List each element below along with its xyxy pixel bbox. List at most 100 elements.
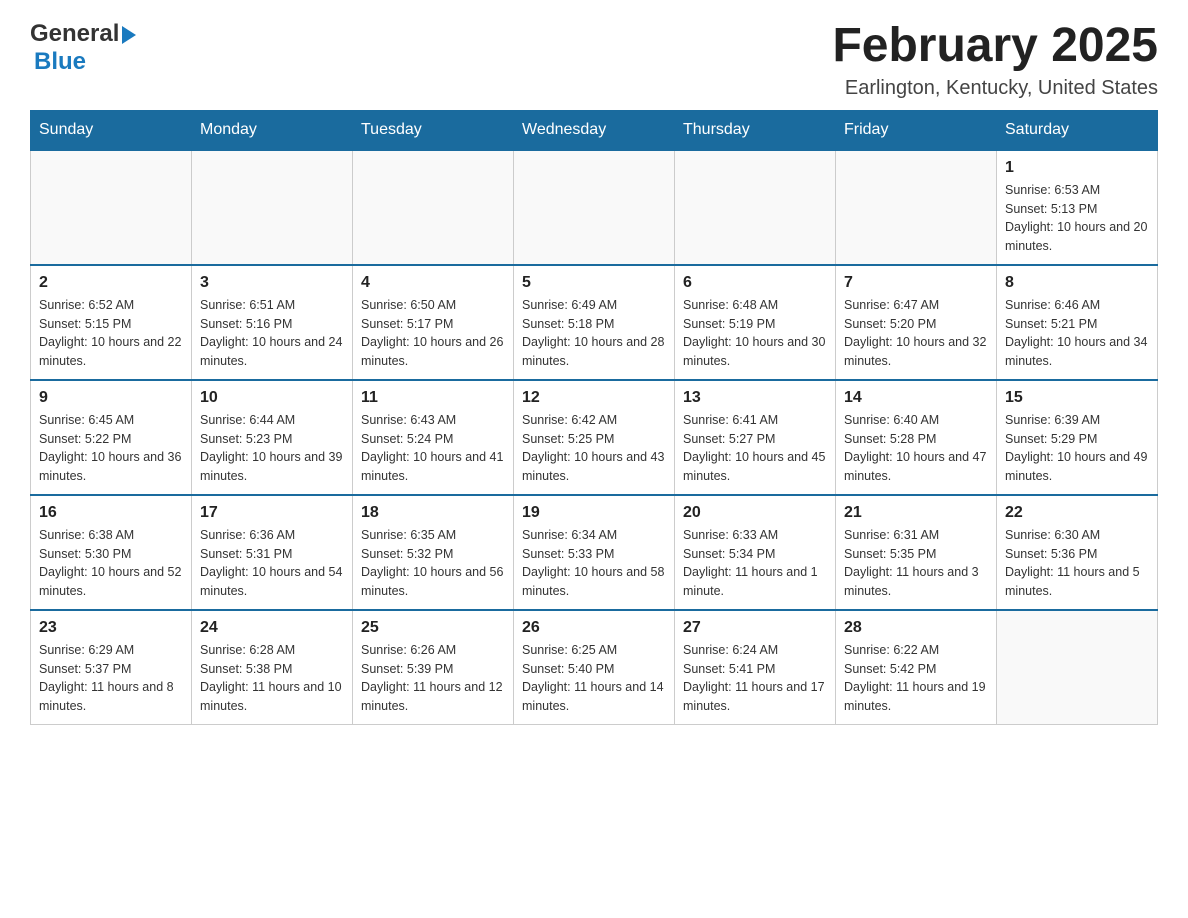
day-number: 4	[361, 274, 505, 292]
day-info: Sunrise: 6:38 AM Sunset: 5:30 PM Dayligh…	[39, 526, 183, 601]
calendar-day-cell: 21Sunrise: 6:31 AM Sunset: 5:35 PM Dayli…	[836, 495, 997, 610]
calendar-day-cell	[31, 150, 192, 265]
day-info: Sunrise: 6:49 AM Sunset: 5:18 PM Dayligh…	[522, 296, 666, 371]
day-info: Sunrise: 6:48 AM Sunset: 5:19 PM Dayligh…	[683, 296, 827, 371]
day-number: 6	[683, 274, 827, 292]
calendar-day-cell: 10 Sunrise: 6:44 AM Sunset: 5:23 PM Dayli…	[192, 380, 353, 495]
calendar-day-cell: 18 Sunrise: 6:35 AM Sunset: 5:32 PM Dayli…	[353, 495, 514, 610]
day-number: 23	[39, 619, 183, 637]
day-info: Sunrise: 6:30 AM Sunset: 5:36 PM Dayligh…	[1005, 526, 1149, 601]
calendar-day-cell	[836, 150, 997, 265]
calendar-day-cell: 20 Sunrise: 6:33 AM Sunset: 5:34 PM Dayli…	[675, 495, 836, 610]
day-info: Sunrise: 6:50 AM Sunset: 5:17 PM Dayligh…	[361, 296, 505, 371]
calendar-day-cell	[997, 610, 1158, 725]
day-number: 14	[844, 389, 988, 407]
day-number: 3	[200, 274, 344, 292]
logo-blue-text: Blue	[34, 48, 86, 76]
calendar-week-row: 2Sunrise: 6:52 AM Sunset: 5:15 PM Daylig…	[31, 265, 1158, 380]
day-number: 12	[522, 389, 666, 407]
calendar-day-cell: 28 Sunrise: 6:22 AM Sunset: 5:42 PM Dayli…	[836, 610, 997, 725]
page-header: General Blue February 2025 Earlington, K…	[30, 20, 1158, 100]
day-info: Sunrise: 6:33 AM Sunset: 5:34 PM Dayligh…	[683, 526, 827, 601]
day-info: Sunrise: 6:44 AM Sunset: 5:23 PM Dayligh…	[200, 411, 344, 486]
calendar-day-cell: 5 Sunrise: 6:49 AM Sunset: 5:18 PM Daylig…	[514, 265, 675, 380]
day-info: Sunrise: 6:36 AM Sunset: 5:31 PM Dayligh…	[200, 526, 344, 601]
calendar-day-cell	[192, 150, 353, 265]
calendar-week-row: 9 Sunrise: 6:45 AM Sunset: 5:22 PM Daylig…	[31, 380, 1158, 495]
day-info: Sunrise: 6:52 AM Sunset: 5:15 PM Dayligh…	[39, 296, 183, 371]
day-number: 9	[39, 389, 183, 407]
day-number: 24	[200, 619, 344, 637]
day-number: 16	[39, 504, 183, 522]
day-info: Sunrise: 6:46 AM Sunset: 5:21 PM Dayligh…	[1005, 296, 1149, 371]
calendar-day-cell: 12 Sunrise: 6:42 AM Sunset: 5:25 PM Dayli…	[514, 380, 675, 495]
day-info: Sunrise: 6:45 AM Sunset: 5:22 PM Dayligh…	[39, 411, 183, 486]
calendar-day-cell: 26 Sunrise: 6:25 AM Sunset: 5:40 PM Dayli…	[514, 610, 675, 725]
day-info: Sunrise: 6:29 AM Sunset: 5:37 PM Dayligh…	[39, 641, 183, 716]
day-number: 28	[844, 619, 988, 637]
day-info: Sunrise: 6:26 AM Sunset: 5:39 PM Dayligh…	[361, 641, 505, 716]
day-info: Sunrise: 6:41 AM Sunset: 5:27 PM Dayligh…	[683, 411, 827, 486]
day-info: Sunrise: 6:28 AM Sunset: 5:38 PM Dayligh…	[200, 641, 344, 716]
calendar-day-cell: 17 Sunrise: 6:36 AM Sunset: 5:31 PM Dayli…	[192, 495, 353, 610]
day-number: 8	[1005, 274, 1149, 292]
day-info: Sunrise: 6:39 AM Sunset: 5:29 PM Dayligh…	[1005, 411, 1149, 486]
calendar-day-cell: 11 Sunrise: 6:43 AM Sunset: 5:24 PM Dayli…	[353, 380, 514, 495]
location: Earlington, Kentucky, United States	[832, 77, 1158, 100]
calendar-day-cell: 1Sunrise: 6:53 AM Sunset: 5:13 PM Daylig…	[997, 150, 1158, 265]
day-number: 26	[522, 619, 666, 637]
day-number: 7	[844, 274, 988, 292]
weekday-header-tuesday: Tuesday	[353, 110, 514, 150]
calendar-week-row: 1Sunrise: 6:53 AM Sunset: 5:13 PM Daylig…	[31, 150, 1158, 265]
logo-arrow-icon	[122, 26, 136, 44]
calendar-day-cell	[675, 150, 836, 265]
calendar-header-row: SundayMondayTuesdayWednesdayThursdayFrid…	[31, 110, 1158, 150]
day-number: 19	[522, 504, 666, 522]
logo: General Blue	[30, 20, 136, 76]
logo-general-text: General	[30, 20, 119, 48]
day-number: 21	[844, 504, 988, 522]
month-title: February 2025	[832, 20, 1158, 73]
weekday-header-sunday: Sunday	[31, 110, 192, 150]
calendar-day-cell: 14Sunrise: 6:40 AM Sunset: 5:28 PM Dayli…	[836, 380, 997, 495]
day-info: Sunrise: 6:53 AM Sunset: 5:13 PM Dayligh…	[1005, 181, 1149, 256]
calendar-day-cell: 27 Sunrise: 6:24 AM Sunset: 5:41 PM Dayli…	[675, 610, 836, 725]
day-number: 13	[683, 389, 827, 407]
weekday-header-thursday: Thursday	[675, 110, 836, 150]
calendar-day-cell: 24 Sunrise: 6:28 AM Sunset: 5:38 PM Dayli…	[192, 610, 353, 725]
day-number: 18	[361, 504, 505, 522]
calendar-week-row: 23 Sunrise: 6:29 AM Sunset: 5:37 PM Dayli…	[31, 610, 1158, 725]
calendar-day-cell: 2Sunrise: 6:52 AM Sunset: 5:15 PM Daylig…	[31, 265, 192, 380]
calendar-day-cell: 25 Sunrise: 6:26 AM Sunset: 5:39 PM Dayli…	[353, 610, 514, 725]
day-info: Sunrise: 6:43 AM Sunset: 5:24 PM Dayligh…	[361, 411, 505, 486]
day-number: 17	[200, 504, 344, 522]
day-number: 11	[361, 389, 505, 407]
day-info: Sunrise: 6:35 AM Sunset: 5:32 PM Dayligh…	[361, 526, 505, 601]
day-number: 25	[361, 619, 505, 637]
day-info: Sunrise: 6:34 AM Sunset: 5:33 PM Dayligh…	[522, 526, 666, 601]
day-info: Sunrise: 6:42 AM Sunset: 5:25 PM Dayligh…	[522, 411, 666, 486]
calendar-day-cell	[514, 150, 675, 265]
weekday-header-friday: Friday	[836, 110, 997, 150]
calendar-week-row: 16 Sunrise: 6:38 AM Sunset: 5:30 PM Dayli…	[31, 495, 1158, 610]
calendar-day-cell: 3Sunrise: 6:51 AM Sunset: 5:16 PM Daylig…	[192, 265, 353, 380]
day-number: 20	[683, 504, 827, 522]
calendar-table: SundayMondayTuesdayWednesdayThursdayFrid…	[30, 110, 1158, 725]
calendar-day-cell: 13 Sunrise: 6:41 AM Sunset: 5:27 PM Dayli…	[675, 380, 836, 495]
calendar-day-cell: 9 Sunrise: 6:45 AM Sunset: 5:22 PM Daylig…	[31, 380, 192, 495]
calendar-day-cell: 19 Sunrise: 6:34 AM Sunset: 5:33 PM Dayli…	[514, 495, 675, 610]
day-info: Sunrise: 6:25 AM Sunset: 5:40 PM Dayligh…	[522, 641, 666, 716]
day-number: 10	[200, 389, 344, 407]
day-number: 27	[683, 619, 827, 637]
day-number: 22	[1005, 504, 1149, 522]
weekday-header-saturday: Saturday	[997, 110, 1158, 150]
day-number: 15	[1005, 389, 1149, 407]
title-section: February 2025 Earlington, Kentucky, Unit…	[832, 20, 1158, 100]
day-info: Sunrise: 6:24 AM Sunset: 5:41 PM Dayligh…	[683, 641, 827, 716]
day-info: Sunrise: 6:22 AM Sunset: 5:42 PM Dayligh…	[844, 641, 988, 716]
day-info: Sunrise: 6:47 AM Sunset: 5:20 PM Dayligh…	[844, 296, 988, 371]
weekday-header-monday: Monday	[192, 110, 353, 150]
calendar-day-cell: 23 Sunrise: 6:29 AM Sunset: 5:37 PM Dayli…	[31, 610, 192, 725]
day-number: 5	[522, 274, 666, 292]
calendar-day-cell: 15 Sunrise: 6:39 AM Sunset: 5:29 PM Dayli…	[997, 380, 1158, 495]
